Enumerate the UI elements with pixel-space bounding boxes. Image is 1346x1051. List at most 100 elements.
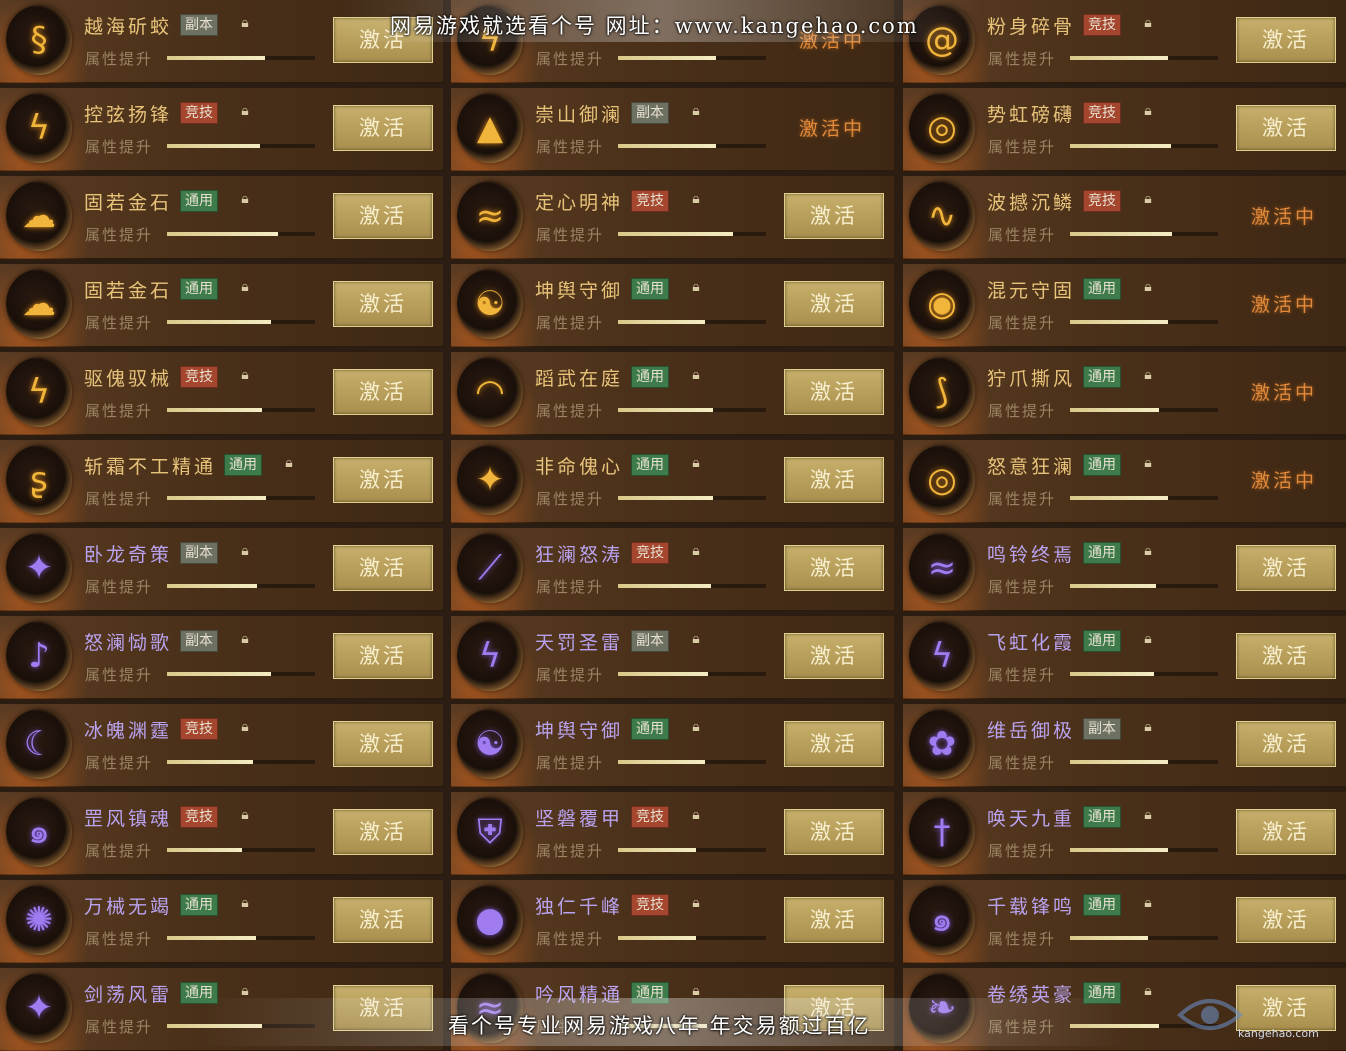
lock-icon[interactable]: 🔒︎ [1141,718,1155,736]
activate-button[interactable]: 激活 [1236,633,1336,679]
lock-icon[interactable]: 🔒︎ [689,454,703,472]
lock-icon[interactable]: 🔒︎ [1141,806,1155,824]
progress-track [618,584,766,588]
activate-button[interactable]: 激活 [784,721,884,767]
card-row: ๑罡风镇魂 竞技 🔒︎ 属性提升 激活 ⛨ 坚磐覆甲 竞技 🔒︎ 属性提升 激活 † 唤天九重 通用 🔒︎ 属… [0,792,1346,875]
progress-track [618,144,766,148]
activate-button[interactable]: 激活 [333,193,433,239]
activate-button[interactable]: 激活 [333,809,433,855]
lock-icon[interactable]: 🔒︎ [238,14,252,32]
lock-icon[interactable]: 🔒︎ [238,190,252,208]
activate-button[interactable]: 激活 [333,721,433,767]
lock-icon[interactable]: 🔒︎ [1141,190,1155,208]
activate-button[interactable]: 激活 [1236,105,1336,151]
moon-icon: ☾ [23,724,55,764]
skill-emblem: ● [457,885,523,955]
activate-button[interactable]: 激活 [1236,809,1336,855]
lock-icon[interactable]: 🔒︎ [689,190,703,208]
vortex-icon: ◎ [927,108,957,148]
activate-button[interactable]: 激活 [784,281,884,327]
lock-icon[interactable]: 🔒︎ [238,630,252,648]
skill-emblem: ☁ [6,181,72,251]
claw-icon: ⟆ [935,372,949,412]
lock-icon[interactable]: 🔒︎ [1141,542,1155,560]
activate-button[interactable]: 激活 [784,809,884,855]
activate-button[interactable]: 激活 [333,105,433,151]
activate-button[interactable]: 激活 [333,897,433,943]
progress-track [167,496,315,500]
skill-card: ☯ 坤舆守御 通用 🔒︎ 属性提升 激活 [451,264,894,347]
lock-icon[interactable]: 🔒︎ [1141,982,1155,1000]
lock-icon[interactable]: 🔒︎ [1141,630,1155,648]
lock-icon[interactable]: 🔒︎ [238,366,252,384]
attribute-label: 属性提升 [536,314,605,332]
skill-tag-badge: 通用 [631,454,669,476]
lock-icon[interactable]: 🔒︎ [1141,454,1155,472]
skill-card: ♪ 怒澜恸歌 副本 🔒︎ 属性提升 激活 [0,616,443,699]
skill-tag-badge: 竞技 [180,806,218,828]
skill-name: 飞虹化霞 [987,632,1076,654]
skill-name: 狞爪撕风 [987,368,1076,390]
spiral-icon: ๑ [931,900,953,940]
lock-icon[interactable]: 🔒︎ [238,102,252,120]
skill-tag-badge: 通用 [1083,894,1121,916]
progress-fill [1070,232,1173,236]
lock-icon[interactable]: 🔒︎ [1141,366,1155,384]
lock-icon[interactable]: 🔒︎ [238,278,252,296]
lock-icon[interactable]: 🔒︎ [1141,894,1155,912]
lock-icon[interactable]: 🔒︎ [238,718,252,736]
activate-button[interactable]: 激活 [1236,17,1336,63]
lock-icon[interactable]: 🔒︎ [689,542,703,560]
lock-icon[interactable]: 🔒︎ [689,366,703,384]
activate-button[interactable]: 激活 [784,633,884,679]
activate-button[interactable]: 激活 [784,545,884,591]
lock-icon[interactable]: 🔒︎ [689,718,703,736]
skill-emblem: ☾ [6,709,72,779]
lock-icon[interactable]: 🔒︎ [689,894,703,912]
attribute-label: 属性提升 [988,578,1057,596]
skill-grid: §越海斫蛟副本🔒︎属性提升激活ϟ属性提升激活中@粉身碎骨竞技🔒︎属性提升激活ϟ控… [0,0,1346,1051]
attribute-label: 属性提升 [988,314,1057,332]
lock-icon[interactable]: 🔒︎ [238,806,252,824]
activate-button[interactable]: 激活 [1236,721,1336,767]
activate-button[interactable]: 激活 [333,633,433,679]
skill-emblem: ✿ [909,709,975,779]
skill-name: 罡风镇魂 [84,808,173,830]
lock-icon[interactable]: 🔒︎ [689,278,703,296]
activate-button[interactable]: 激活 [784,897,884,943]
activate-button[interactable]: 激活 [333,457,433,503]
lock-icon[interactable]: 🔒︎ [689,806,703,824]
flame-icon: ϟ [930,636,954,676]
skill-card: ≈ 定心明神 竞技 🔒︎ 属性提升 激活 [451,176,894,259]
skill-name: 蹈武在庭 [535,368,624,390]
activate-button[interactable]: 激活 [1236,545,1336,591]
activate-button[interactable]: 激活 [333,369,433,415]
activate-button[interactable]: 激活 [784,193,884,239]
skill-card: ⟆ 狞爪撕风 通用 🔒︎ 属性提升 激活中 [903,352,1346,435]
progress-fill [618,144,716,148]
skill-tag-badge: 竞技 [631,806,669,828]
progress-track [1070,760,1218,764]
lock-icon[interactable]: 🔒︎ [689,102,703,120]
activate-button[interactable]: 激活 [333,545,433,591]
lock-icon[interactable]: 🔒︎ [238,894,252,912]
lock-icon[interactable]: 🔒︎ [282,454,296,472]
progress-track [167,408,315,412]
progress-track [1070,232,1218,236]
lock-icon[interactable]: 🔒︎ [238,542,252,560]
lock-icon[interactable]: 🔒︎ [689,630,703,648]
activate-button[interactable]: 激活 [1236,897,1336,943]
skill-name: 固若金石 [84,192,173,214]
progress-track [167,584,315,588]
activate-button[interactable]: 激活 [784,457,884,503]
skill-name: 千载锋鸣 [987,896,1076,918]
lock-icon[interactable]: 🔒︎ [1141,102,1155,120]
activate-button[interactable]: 激活 [784,369,884,415]
progress-fill [618,496,713,500]
progress-track [618,232,766,236]
lock-icon[interactable]: 🔒︎ [1141,278,1155,296]
skill-emblem: ◠ [457,357,523,427]
feather-icon: ✦ [24,548,54,588]
activate-button[interactable]: 激活 [333,281,433,327]
lock-icon[interactable]: 🔒︎ [1141,14,1155,32]
